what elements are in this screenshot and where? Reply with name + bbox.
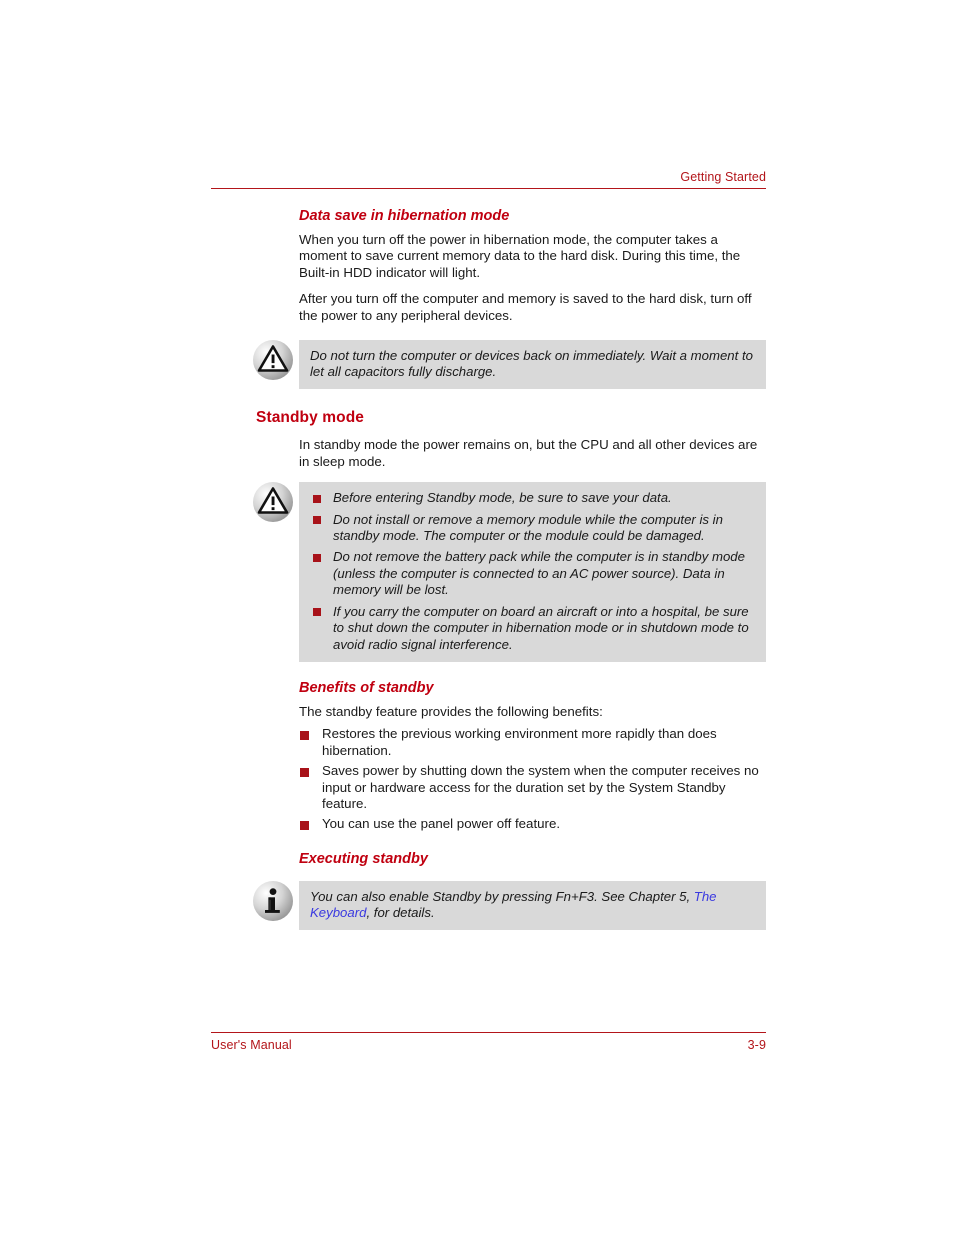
caution-note-hibernation: Do not turn the computer or devices back… xyxy=(253,340,766,390)
list-item: Do not remove the battery pack while the… xyxy=(310,549,755,598)
hibernation-paragraph-1: When you turn off the power in hibernati… xyxy=(299,232,741,280)
caution-note-box: Do not turn the computer or devices back… xyxy=(299,340,766,390)
list-item: If you carry the computer on board an ai… xyxy=(310,604,755,653)
list-item-text: Do not remove the battery pack while the… xyxy=(333,549,745,598)
caution-note-text: Do not turn the computer or devices back… xyxy=(310,348,753,380)
bullet-square-icon xyxy=(300,820,309,830)
page-content: Data save in hibernation mode When you t… xyxy=(253,208,766,931)
footer-manual-label: User's Manual xyxy=(211,1038,292,1052)
footer-row: User's Manual 3-9 xyxy=(211,1038,766,1052)
list-item: You can use the panel power off feature. xyxy=(299,816,766,832)
standby-paragraph-1: In standby mode the power remains on, bu… xyxy=(299,437,758,469)
heading-benefits-of-standby: Benefits of standby xyxy=(299,679,434,696)
list-item-text: Saves power by shutting down the system … xyxy=(322,763,759,811)
benefits-bullet-list: Restores the previous working environmen… xyxy=(256,726,766,832)
document-page: Getting Started Data save in hibernation… xyxy=(0,0,954,1235)
header-rule xyxy=(211,188,766,189)
info-note-executing-standby: You can also enable Standby by pressing … xyxy=(253,880,766,931)
heading-executing-standby: Executing standby xyxy=(299,850,428,867)
list-item: Before entering Standby mode, be sure to… xyxy=(310,490,755,506)
caution-bullet-list: Before entering Standby mode, be sure to… xyxy=(310,490,755,653)
info-note-box: You can also enable Standby by pressing … xyxy=(299,880,766,931)
header-title: Getting Started xyxy=(680,170,766,184)
list-item-text: Before entering Standby mode, be sure to… xyxy=(333,490,672,506)
bullet-square-icon xyxy=(313,516,321,525)
list-item: Do not install or remove a memory module… xyxy=(310,512,755,545)
caution-note-standby: Before entering Standby mode, be sure to… xyxy=(253,482,766,662)
bullet-square-icon xyxy=(313,553,321,562)
caution-triangle-icon xyxy=(253,482,297,526)
heading-data-save-in-hibernation-mode: Data save in hibernation mode xyxy=(299,208,510,224)
list-item-text: If you carry the computer on board an ai… xyxy=(333,603,749,652)
list-item-text: You can use the panel power off feature. xyxy=(322,816,561,832)
info-note-text: You can also enable Standby by pressing … xyxy=(310,889,755,921)
bullet-square-icon xyxy=(313,494,321,503)
bullet-square-icon xyxy=(300,767,309,777)
list-item: Restores the previous working environmen… xyxy=(299,726,766,759)
info-note-text-after: , for details. xyxy=(366,904,435,920)
bullet-square-icon xyxy=(313,608,321,617)
benefits-intro: The standby feature provides the followi… xyxy=(299,703,603,719)
hibernation-paragraph-2: After you turn off the computer and memo… xyxy=(299,291,752,323)
caution-triangle-icon xyxy=(253,340,297,384)
footer-page-number: 3-9 xyxy=(747,1038,766,1052)
info-icon xyxy=(253,880,297,925)
footer-rule xyxy=(211,1032,766,1033)
info-note-text-before: You can also enable Standby by pressing … xyxy=(310,888,694,904)
heading-standby-mode: Standby mode xyxy=(256,409,364,427)
caution-note-box: Before entering Standby mode, be sure to… xyxy=(299,482,766,662)
list-item-text: Restores the previous working environmen… xyxy=(322,726,717,758)
list-item: Saves power by shutting down the system … xyxy=(299,763,766,812)
list-item-text: Do not install or remove a memory module… xyxy=(333,511,723,544)
page-header: Getting Started xyxy=(211,170,766,189)
bullet-square-icon xyxy=(300,730,309,740)
page-footer: User's Manual 3-9 xyxy=(211,1032,766,1052)
